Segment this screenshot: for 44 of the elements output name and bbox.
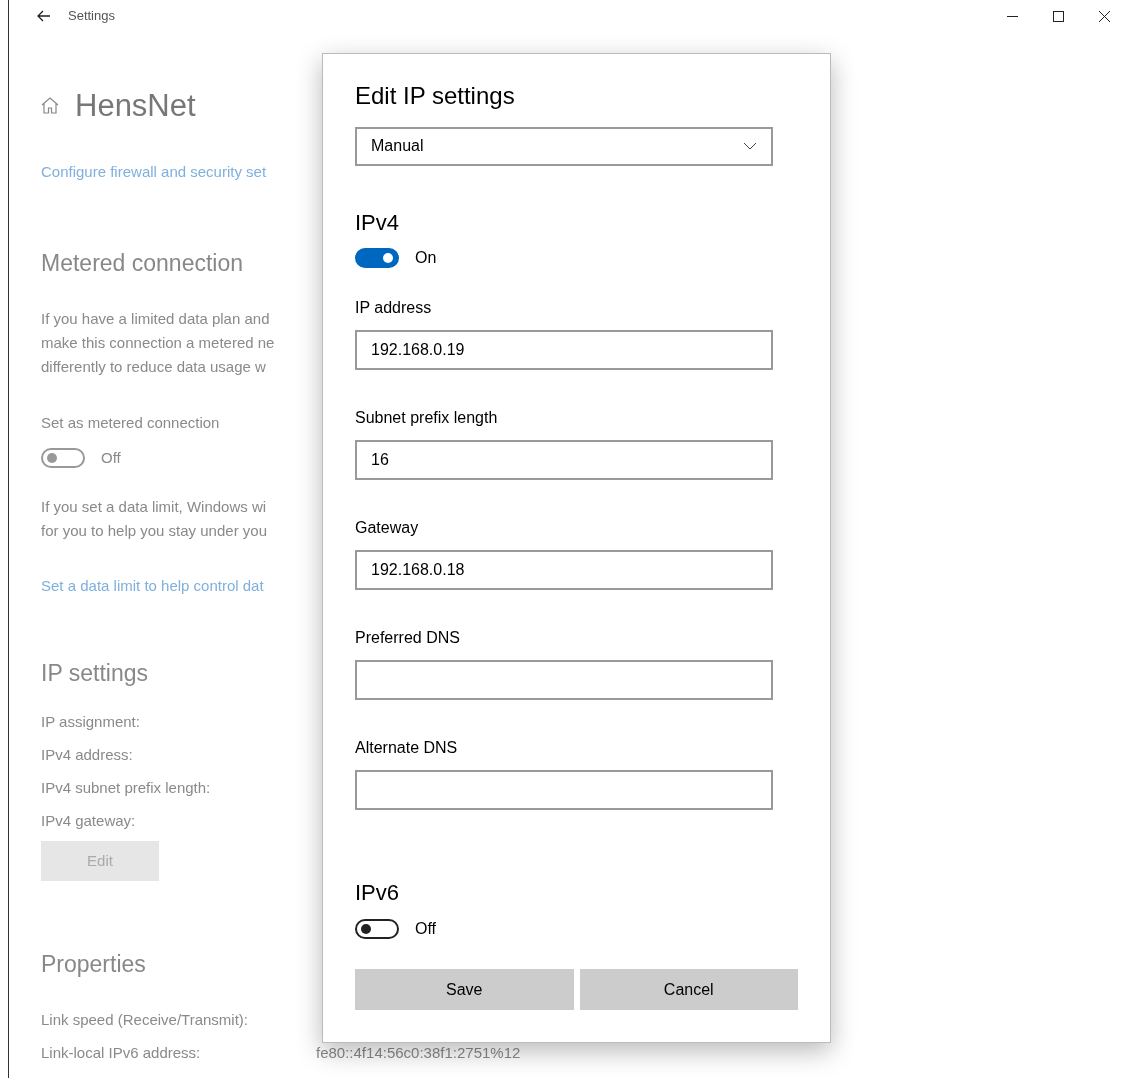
- description-text: If you set a data limit, Windows wi for you to help you stay under you: [41, 497, 267, 542]
- section-heading: Metered connection: [41, 249, 243, 278]
- toggle-switch[interactable]: [355, 248, 399, 269]
- description-text: If you have a limited data plan and make this connection a metered ne differently to reduce data usage w: [41, 309, 275, 378]
- back-arrow-icon: [35, 10, 51, 22]
- home-icon: [41, 97, 59, 114]
- property-label: IPv4 gateway:: [41, 811, 137, 832]
- dropdown[interactable]: Manual: [355, 126, 773, 166]
- toggle-state-label: Off: [415, 918, 437, 939]
- property-label: IPv4 address:: [41, 745, 134, 766]
- input-field[interactable]: 192.168.0.18: [355, 550, 773, 591]
- window-title: Settings: [68, 7, 115, 26]
- input-field[interactable]: 16: [355, 440, 773, 481]
- section-heading: IP settings: [41, 659, 148, 688]
- property-label: Link speed (Receive/Transmit):: [41, 1009, 250, 1030]
- property-label: IP assignment:: [41, 712, 141, 733]
- input-field[interactable]: [355, 660, 773, 701]
- property-label: Link-local IPv6 address:: [41, 1042, 202, 1063]
- close-icon: [1098, 10, 1110, 22]
- cancel-button[interactable]: Cancel: [579, 969, 798, 1010]
- toggle-switch[interactable]: [41, 447, 85, 468]
- minimize-icon: [1006, 15, 1018, 17]
- toggle-state-label: On: [415, 248, 437, 269]
- chevron-down-icon: [743, 142, 757, 151]
- property-label: IPv4 subnet prefix length:: [41, 778, 212, 799]
- toggle-label: Set as metered connection: [41, 413, 220, 434]
- dialog-title: Edit IP settings: [355, 82, 516, 111]
- save-button[interactable]: Save: [355, 969, 574, 1010]
- field-label: IP address: [355, 298, 433, 319]
- section-heading: IPv6: [355, 880, 401, 907]
- field-label: Subnet prefix length: [355, 408, 499, 429]
- input-field[interactable]: 192.168.0.19: [355, 330, 773, 371]
- field-label: Alternate DNS: [355, 738, 459, 759]
- dropdown-value: Manual: [371, 136, 424, 157]
- section-heading: IPv4: [355, 209, 401, 237]
- field-label: Gateway: [355, 518, 420, 539]
- input-field[interactable]: [355, 770, 773, 811]
- toggle-state-label: Off: [101, 447, 121, 468]
- maximize-icon: [1052, 10, 1064, 22]
- page-title: HensNet: [75, 90, 196, 121]
- field-label: Preferred DNS: [355, 628, 461, 649]
- section-heading: Properties: [41, 951, 146, 979]
- toggle-switch[interactable]: [355, 918, 399, 939]
- property-value: fe80::4f14:56c0:38f1:2751%12: [316, 1042, 522, 1063]
